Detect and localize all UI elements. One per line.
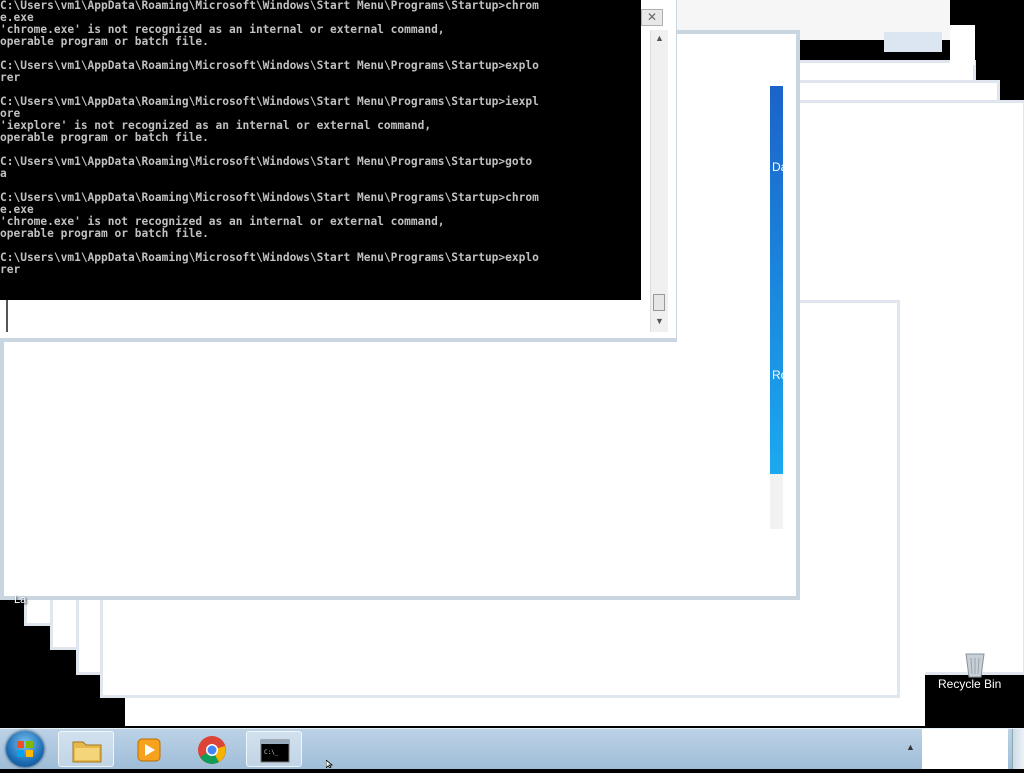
console-line: rer: [0, 263, 21, 276]
windows-orb-icon[interactable]: [6, 731, 44, 767]
taskbar-chrome-button[interactable]: [184, 731, 240, 767]
console-scrollbar[interactable]: ▲ ▼: [650, 30, 668, 332]
scroll-thumb[interactable]: [653, 294, 665, 311]
tray-area: [922, 729, 1008, 769]
console-text-cursor-area[interactable]: [6, 300, 648, 332]
recycle-bin-label[interactable]: Recycle Bin: [938, 677, 1001, 691]
strip-scroll-area: [770, 474, 783, 529]
ghost-window-top-far: [950, 25, 975, 65]
console-line: C:\Users\vm1\AppData\Roaming\Microsoft\W…: [0, 59, 539, 72]
strip-label-1: Da: [772, 160, 788, 174]
console-line: C:\Users\vm1\AppData\Roaming\Microsoft\W…: [0, 251, 539, 264]
console-line: C:\Users\vm1\AppData\Roaming\Microsoft\W…: [0, 191, 539, 204]
console-line: operable program or batch file.: [0, 35, 209, 48]
cmd-icon: C:\_: [260, 739, 290, 763]
chrome-icon: [198, 736, 226, 764]
taskbar: C:\_ ▲: [0, 728, 1024, 769]
recycle-bin-icon[interactable]: [960, 650, 990, 678]
tray-show-hidden-icon[interactable]: ▲: [906, 742, 915, 752]
ghost-button: [884, 32, 942, 52]
show-desktop-button[interactable]: [1012, 729, 1024, 769]
media-player-icon: [137, 738, 161, 762]
blue-strip: [770, 86, 783, 474]
console-line: a: [0, 167, 7, 180]
mouse-pointer-icon: [326, 760, 334, 768]
console-line: C:\Users\vm1\AppData\Roaming\Microsoft\W…: [0, 155, 533, 168]
taskbar-explorer-button[interactable]: [58, 731, 114, 767]
taskbar-cmd-button[interactable]: C:\_: [246, 731, 302, 767]
taskbar-media-player-button[interactable]: [120, 731, 176, 767]
console-line: operable program or batch file.: [0, 131, 209, 144]
close-icon[interactable]: ✕: [641, 9, 663, 26]
folder-icon: [72, 741, 102, 763]
svg-text:C:\_: C:\_: [264, 749, 279, 756]
console-line: C:\Users\vm1\AppData\Roaming\Microsoft\W…: [0, 0, 539, 12]
console-line: rer: [0, 71, 21, 84]
desktop-partial-label: La: [14, 594, 27, 606]
strip-label-2: Ro: [772, 368, 788, 382]
console-window[interactable]: ▲ ▼ ✕ C:\Users\vm1\AppData\Roaming\Micro…: [0, 0, 677, 342]
scroll-up-icon[interactable]: ▲: [651, 30, 668, 47]
console-line: C:\Users\vm1\AppData\Roaming\Microsoft\W…: [0, 95, 539, 108]
console-output: C:\Users\vm1\AppData\Roaming\Microsoft\W…: [0, 0, 641, 300]
scroll-down-icon[interactable]: ▼: [651, 313, 668, 330]
console-line: operable program or batch file.: [0, 227, 209, 240]
